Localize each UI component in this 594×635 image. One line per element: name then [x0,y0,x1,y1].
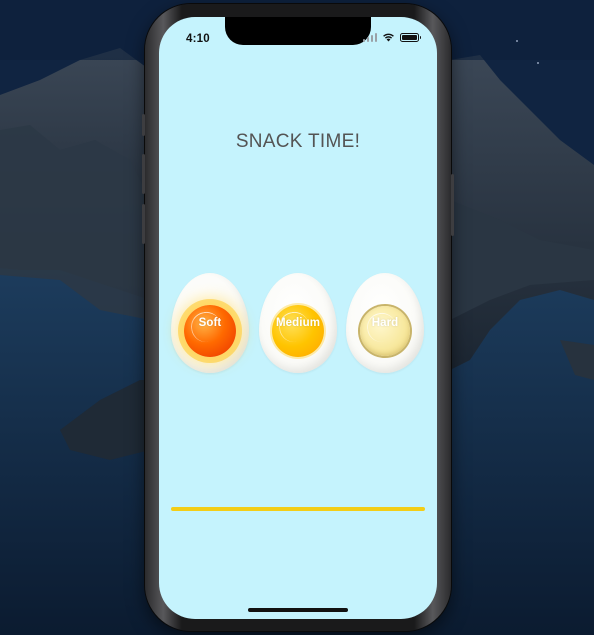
status-icons [362,32,421,42]
hard-yolk-image [360,306,410,356]
battery-icon [400,32,421,42]
mute-switch [142,114,145,136]
progress-bar [171,507,425,511]
phone-frame: 4:10 SNACK TIME! Soft Medium Hard [142,4,454,631]
page-title: SNACK TIME! [235,131,361,152]
signal-icon [362,32,377,42]
home-indicator[interactable] [248,608,348,612]
hard-egg-label: Hard [371,317,399,329]
status-time: 4:10 [186,33,210,45]
soft-egg-label: Soft [198,317,222,329]
volume-up-button [142,154,145,194]
power-button [451,174,454,236]
soft-yolk-image [184,305,236,357]
notch [225,17,371,45]
soft-egg-button[interactable]: Soft [171,273,249,373]
medium-egg-button[interactable]: Medium [259,273,337,373]
star [516,40,518,42]
medium-yolk-image [272,305,324,357]
app-screen: 4:10 SNACK TIME! Soft Medium Hard [159,17,437,619]
star [537,62,539,64]
hard-egg-button[interactable]: Hard [346,273,424,373]
progress-bar-fill [171,507,425,511]
medium-egg-label: Medium [275,317,321,329]
volume-down-button [142,204,145,244]
wifi-icon [383,33,394,42]
